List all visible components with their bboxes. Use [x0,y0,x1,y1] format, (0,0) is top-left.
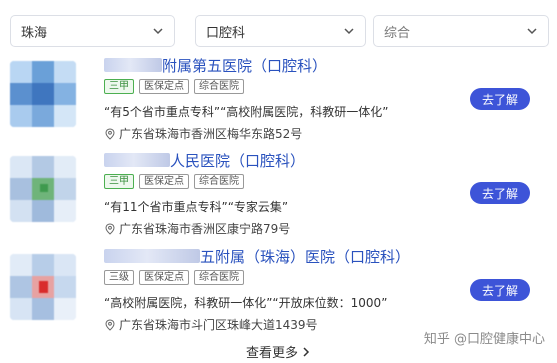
hospital-name: 五附属（珠海）医院（口腔科） [200,248,411,266]
chevron-down-icon [153,28,163,35]
redacted-text [104,249,200,263]
hospital-description: “有5个省市重点专科”“高校附属医院，科教研一体化” [104,105,389,119]
hospital-thumbnail [10,156,76,222]
address-text: 广东省珠海市斗门区珠峰大道1439号 [119,318,318,332]
learn-more-button[interactable]: 去了解 [470,88,530,110]
city-filter[interactable]: 珠海 [10,15,175,47]
filter-bar: 珠海 口腔科 综合 [8,15,549,49]
city-filter-label: 珠海 [21,25,48,41]
department-filter[interactable]: 口腔科 [195,15,366,47]
view-more-link[interactable]: 查看更多 [0,342,557,361]
tag-list: 三甲 医保定点 综合医院 [104,79,244,94]
hospital-title[interactable]: 五附属（珠海）医院（口腔科） [104,246,410,267]
chevron-down-icon [527,28,537,35]
tag: 医保定点 [139,270,189,285]
hospital-address: 广东省珠海市香洲区梅华东路52号 [104,125,302,142]
tag: 综合医院 [194,79,244,94]
hospital-name: 附属第五医院（口腔科） [162,57,328,75]
location-pin-icon [105,318,115,331]
address-text: 广东省珠海市香洲区梅华东路52号 [119,127,303,141]
hospital-thumbnail [10,254,76,320]
redacted-text [104,153,170,167]
location-pin-icon [105,127,115,140]
hospital-card[interactable]: 附属第五医院（口腔科） 三甲 医保定点 综合医院 “有5个省市重点专科”“高校附… [0,55,557,147]
hospital-address: 广东省珠海市斗门区珠峰大道1439号 [104,316,318,333]
tag-list: 三级 医保定点 综合医院 [104,270,244,285]
tag: 综合医院 [194,270,244,285]
tag-list: 三甲 医保定点 综合医院 [104,174,244,189]
learn-more-button[interactable]: 去了解 [470,279,530,301]
address-text: 广东省珠海市香洲区康宁路79号 [119,222,291,236]
hospital-description: “高校附属医院，科教研一体化”“开放床位数：1000” [104,296,388,310]
hospital-name: 人民医院（口腔科） [170,152,306,170]
tag: 医保定点 [139,79,189,94]
tag: 医保定点 [139,174,189,189]
view-more-label: 查看更多 [245,346,298,361]
location-pin-icon [105,222,115,235]
hospital-card[interactable]: 人民医院（口腔科） 三甲 医保定点 综合医院 “有11个省市重点专科”“专家云集… [0,150,557,242]
department-filter-label: 口腔科 [206,25,246,41]
chevron-down-icon [344,28,354,35]
hospital-description: “有11个省市重点专科”“专家云集” [104,200,289,214]
chevron-right-icon [303,346,310,357]
sort-filter-label: 综合 [384,25,411,41]
tag: 三甲 [104,79,134,94]
learn-more-button[interactable]: 去了解 [470,182,530,204]
hospital-title[interactable]: 附属第五医院（口腔科） [104,55,327,76]
hospital-thumbnail [10,61,76,127]
hospital-title[interactable]: 人民医院（口腔科） [104,150,305,171]
tag: 三甲 [104,174,134,189]
hospital-card[interactable]: 五附属（珠海）医院（口腔科） 三级 医保定点 综合医院 “高校附属医院，科教研一… [0,246,557,338]
tag: 综合医院 [194,174,244,189]
sort-filter[interactable]: 综合 [373,15,549,47]
tag: 三级 [104,270,134,285]
redacted-text [104,58,162,72]
hospital-address: 广东省珠海市香洲区康宁路79号 [104,220,290,237]
